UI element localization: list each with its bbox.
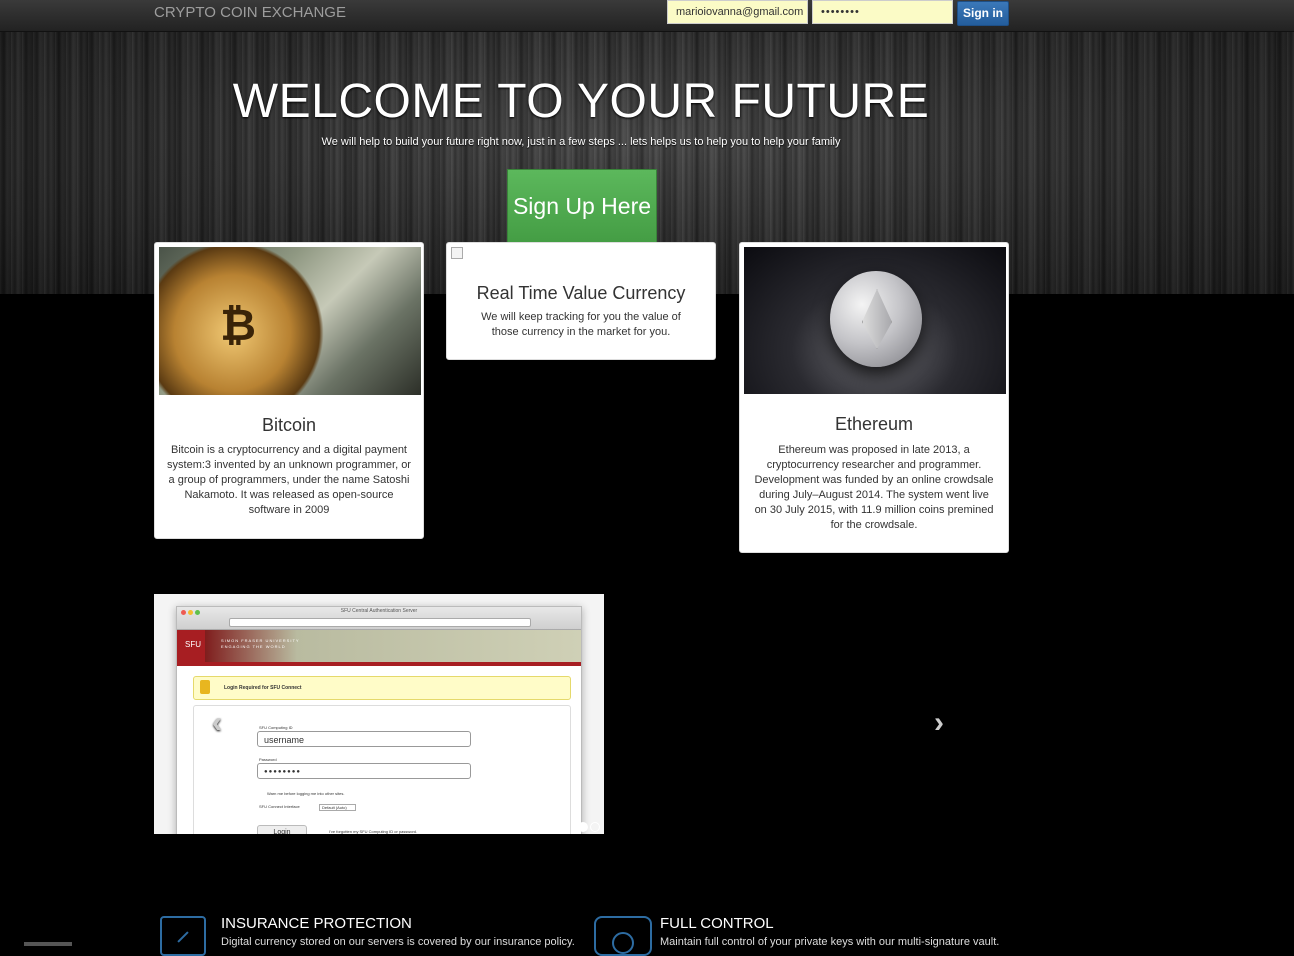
ethereum-diamond-icon [862, 289, 892, 349]
bitcoin-icon: ₿ [220, 301, 256, 350]
email-input[interactable]: marioiovanna@gmail.com [667, 0, 808, 24]
insurance-protection-text: Digital currency stored on our servers i… [221, 936, 575, 948]
top-navbar: CRYPTO COIN EXCHANGE marioiovanna@gmail.… [0, 0, 1294, 32]
ethereum-card-title: Ethereum [834, 414, 914, 434]
forgot-text: I've forgotten my SFU Computing ID or pa… [329, 829, 418, 834]
vault-icon [594, 916, 652, 956]
full-control-text: Maintain full control of your private ke… [660, 936, 1000, 948]
ethereum-card: Ethereum Ethereum was proposed in late 2… [739, 242, 1009, 553]
ethereum-image [744, 247, 1006, 394]
slide-login-button: Login [257, 825, 307, 834]
real-time-value-text: We will keep tracking for you the value … [481, 311, 681, 338]
hero-title: WELCOME TO YOUR FUTURE [232, 75, 930, 128]
sfu-banner: SFU SIMON FRASER UNIVERSITY ENGAGING THE… [177, 630, 581, 662]
hero-subtitle: We will help to build your future right … [321, 136, 841, 148]
insurance-protection-title: INSURANCE PROTECTION [221, 915, 412, 932]
bitcoin-card-title: Bitcoin [261, 415, 317, 435]
sign-up-button[interactable]: Sign Up Here [507, 169, 657, 244]
ethereum-card-text: Ethereum was proposed in late 2013, a cr… [754, 444, 994, 531]
browser-toolbar: SFU Central Authentication Server [177, 607, 581, 630]
slide-username-field: username [257, 731, 471, 747]
password-input[interactable]: •••••••• [812, 0, 953, 24]
brand-title[interactable]: CRYPTO COIN EXCHANGE [154, 4, 346, 21]
broken-image-icon [451, 247, 463, 259]
ethereum-coin-icon [830, 271, 922, 367]
browser-window-title: SFU Central Authentication Server [340, 608, 418, 614]
sfu-university-name: SIMON FRASER UNIVERSITY [221, 638, 300, 643]
full-control-title: FULL CONTROL [660, 915, 774, 932]
shield-icon [160, 916, 206, 956]
bitcoin-card: ₿ Bitcoin Bitcoin is a cryptocurrency an… [154, 242, 424, 539]
sfu-red-strip [177, 662, 581, 666]
slide-password-label: Password [259, 757, 277, 762]
carousel-next-icon[interactable]: › [934, 706, 944, 740]
computing-id-label: SFU Computing ID [259, 725, 293, 730]
carousel-indicator[interactable] [590, 822, 600, 832]
interface-select: Default (Auto) [319, 804, 356, 811]
carousel-slide-screenshot: SFU Central Authentication Server SFU SI… [176, 606, 582, 834]
carousel-indicator-active[interactable] [578, 822, 588, 832]
carousel-prev-icon[interactable]: ‹ [212, 706, 222, 740]
login-warning-box: Login Required for SFU Connect [193, 676, 571, 700]
real-time-value-title: Real Time Value Currency [476, 283, 686, 303]
sfu-logo: SFU [185, 640, 201, 649]
sfu-tagline: ENGAGING THE WORLD [221, 644, 286, 649]
bitcoin-card-text: Bitcoin is a cryptocurrency and a digita… [167, 444, 411, 516]
real-time-value-card: Real Time Value Currency We will keep tr… [446, 242, 716, 360]
address-bar [229, 618, 531, 627]
login-warning-text: Login Required for SFU Connect [224, 685, 302, 691]
warn-checkbox-label: Warn me before logging me into other sit… [267, 791, 345, 796]
interface-label: SFU Connect Interface [259, 804, 300, 809]
bottom-scroll-tab[interactable] [24, 942, 72, 946]
lock-icon [200, 680, 210, 694]
sign-in-button[interactable]: Sign in [957, 1, 1009, 26]
bitcoin-image: ₿ [159, 247, 421, 395]
slide-password-field: ●●●●●●●● [257, 763, 471, 779]
